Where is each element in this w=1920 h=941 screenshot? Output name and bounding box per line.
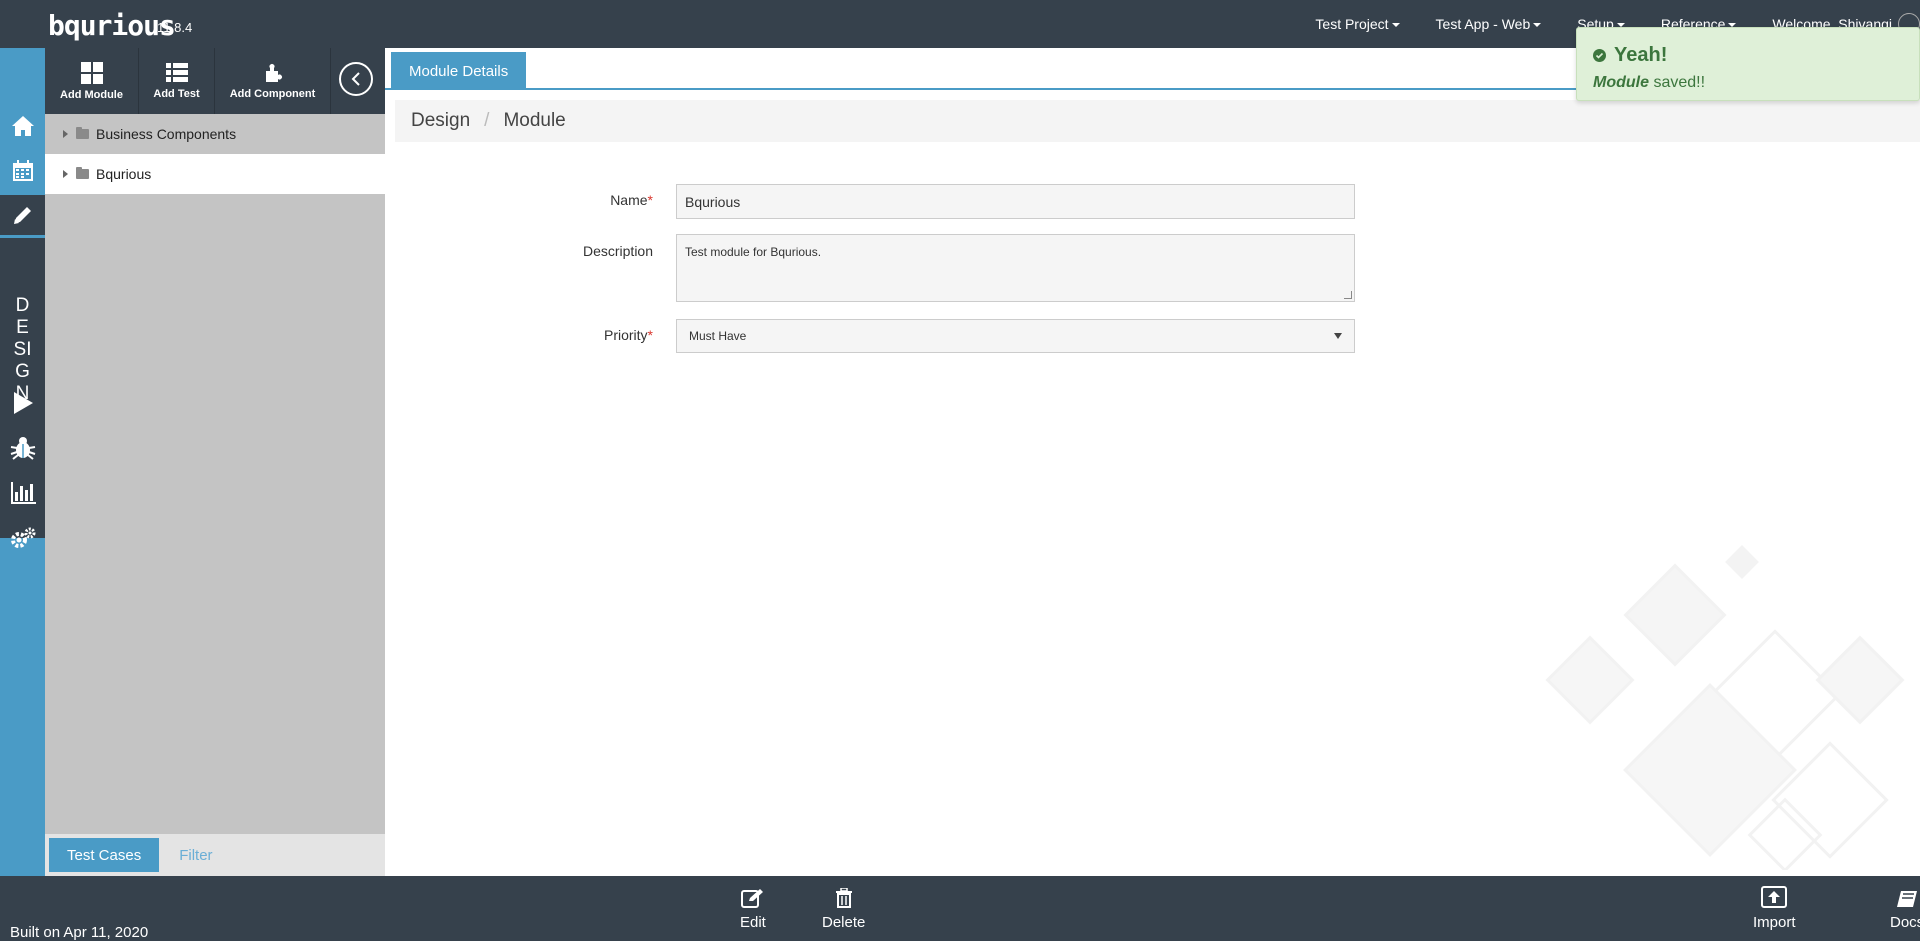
breadcrumb-design[interactable]: Design: [411, 110, 470, 132]
import-label: Import: [1753, 914, 1796, 931]
expand-arrow-icon[interactable]: [63, 170, 68, 178]
calendar-icon[interactable]: [0, 151, 45, 191]
delete-button[interactable]: Delete: [822, 888, 865, 931]
success-toast[interactable]: Yeah! Module saved!!: [1576, 27, 1920, 101]
tab-module-details[interactable]: Module Details: [391, 52, 527, 90]
tree-toolbar: Add Module Add Test Add Component: [45, 48, 385, 114]
book-icon: [1897, 891, 1918, 907]
decorative-watermark: [1545, 545, 1905, 870]
priority-label-text: Priority: [603, 327, 648, 343]
delete-label: Delete: [822, 914, 866, 931]
logo-text: bqurious: [48, 9, 176, 42]
tab-test-cases[interactable]: Test Cases: [49, 838, 160, 872]
bar-chart-icon[interactable]: [0, 473, 45, 513]
folder-icon: [76, 127, 89, 139]
chevron-down-icon: [1391, 23, 1400, 27]
build-date: Built on Apr 11, 2020: [10, 924, 149, 941]
add-module-label: Add Module: [60, 88, 123, 101]
edit-icon: [740, 889, 763, 908]
tree-panel: Business Components Bqurious: [45, 114, 385, 834]
gears-icon[interactable]: [0, 518, 45, 558]
add-test-label: Add Test: [153, 87, 200, 100]
import-button[interactable]: Import: [1753, 886, 1796, 931]
priority-value: Must Have: [689, 329, 747, 343]
name-label: Name*: [503, 192, 653, 208]
chevron-down-icon: [1533, 23, 1542, 27]
pencil-icon[interactable]: [0, 195, 45, 235]
description-field[interactable]: Test module for Bqurious.: [676, 234, 1355, 302]
description-label: Description: [582, 243, 653, 259]
priority-label: Priority*: [503, 327, 653, 343]
design-letter: E: [16, 317, 29, 338]
main-sidebar: D E SI G N: [0, 48, 45, 876]
trash-icon: [835, 888, 852, 908]
toast-message-text: saved!!: [1649, 74, 1706, 91]
app-label: Test App - Web: [1435, 16, 1531, 32]
list-icon: [165, 62, 188, 82]
tree-tabs: Test Cases Filter: [45, 834, 385, 876]
play-icon[interactable]: [0, 383, 45, 423]
puzzle-icon: [265, 63, 282, 82]
edit-button[interactable]: Edit: [740, 888, 766, 931]
required-mark: *: [647, 192, 653, 208]
tree-node-label: Bqurious: [96, 166, 152, 182]
add-component-button[interactable]: Add Component: [215, 48, 331, 114]
breadcrumb-separator: /: [484, 110, 490, 131]
docs-button[interactable]: Docs: [1890, 890, 1920, 931]
collapse-panel-button[interactable]: [339, 62, 373, 96]
toast-title: Yeah!: [1593, 44, 1667, 67]
app-version: 11.8.4: [157, 20, 193, 35]
tab-filter[interactable]: Filter: [179, 847, 212, 864]
app-logo[interactable]: bqurious: [48, 6, 176, 46]
edit-label: Edit: [740, 914, 766, 931]
priority-select[interactable]: Must Have: [676, 319, 1355, 353]
required-mark: *: [647, 327, 653, 343]
dropdown-arrow-icon: [1334, 333, 1342, 339]
import-icon: [1761, 886, 1788, 908]
check-circle-icon: [1593, 49, 1606, 62]
project-label: Test Project: [1315, 16, 1389, 32]
project-dropdown[interactable]: Test Project: [1315, 16, 1400, 32]
design-letter: G: [15, 361, 30, 382]
home-icon[interactable]: [0, 106, 45, 146]
docs-label: Docs: [1890, 914, 1920, 931]
name-field[interactable]: Bqurious: [676, 184, 1355, 219]
resize-grip-icon[interactable]: [1344, 291, 1352, 299]
breadcrumb: Design / Module: [395, 100, 1920, 142]
tree-node-label: Business Components: [96, 126, 237, 142]
bug-icon[interactable]: [0, 428, 45, 468]
add-component-label: Add Component: [229, 87, 316, 100]
tree-node-bqurious[interactable]: Bqurious: [45, 154, 385, 194]
name-label-text: Name: [610, 192, 648, 208]
design-letter: SI: [13, 339, 32, 360]
tree-node-business-components[interactable]: Business Components: [45, 114, 385, 154]
toast-title-text: Yeah!: [1614, 44, 1668, 66]
breadcrumb-module: Module: [503, 110, 566, 131]
expand-arrow-icon[interactable]: [63, 130, 68, 138]
app-dropdown[interactable]: Test App - Web: [1436, 16, 1542, 32]
add-test-button[interactable]: Add Test: [139, 48, 215, 114]
footer-bar: Edit Delete Import Docs Built on Apr 11,…: [0, 876, 1920, 941]
add-module-button[interactable]: Add Module: [45, 48, 139, 114]
toast-message: Module saved!!: [1593, 74, 1705, 92]
grid-icon: [80, 61, 103, 84]
design-letter: D: [15, 295, 30, 316]
chevron-left-icon: [351, 72, 360, 86]
toast-message-entity: Module: [1593, 74, 1649, 91]
folder-icon: [76, 167, 89, 179]
description-text: Test module for Bqurious.: [685, 245, 822, 259]
